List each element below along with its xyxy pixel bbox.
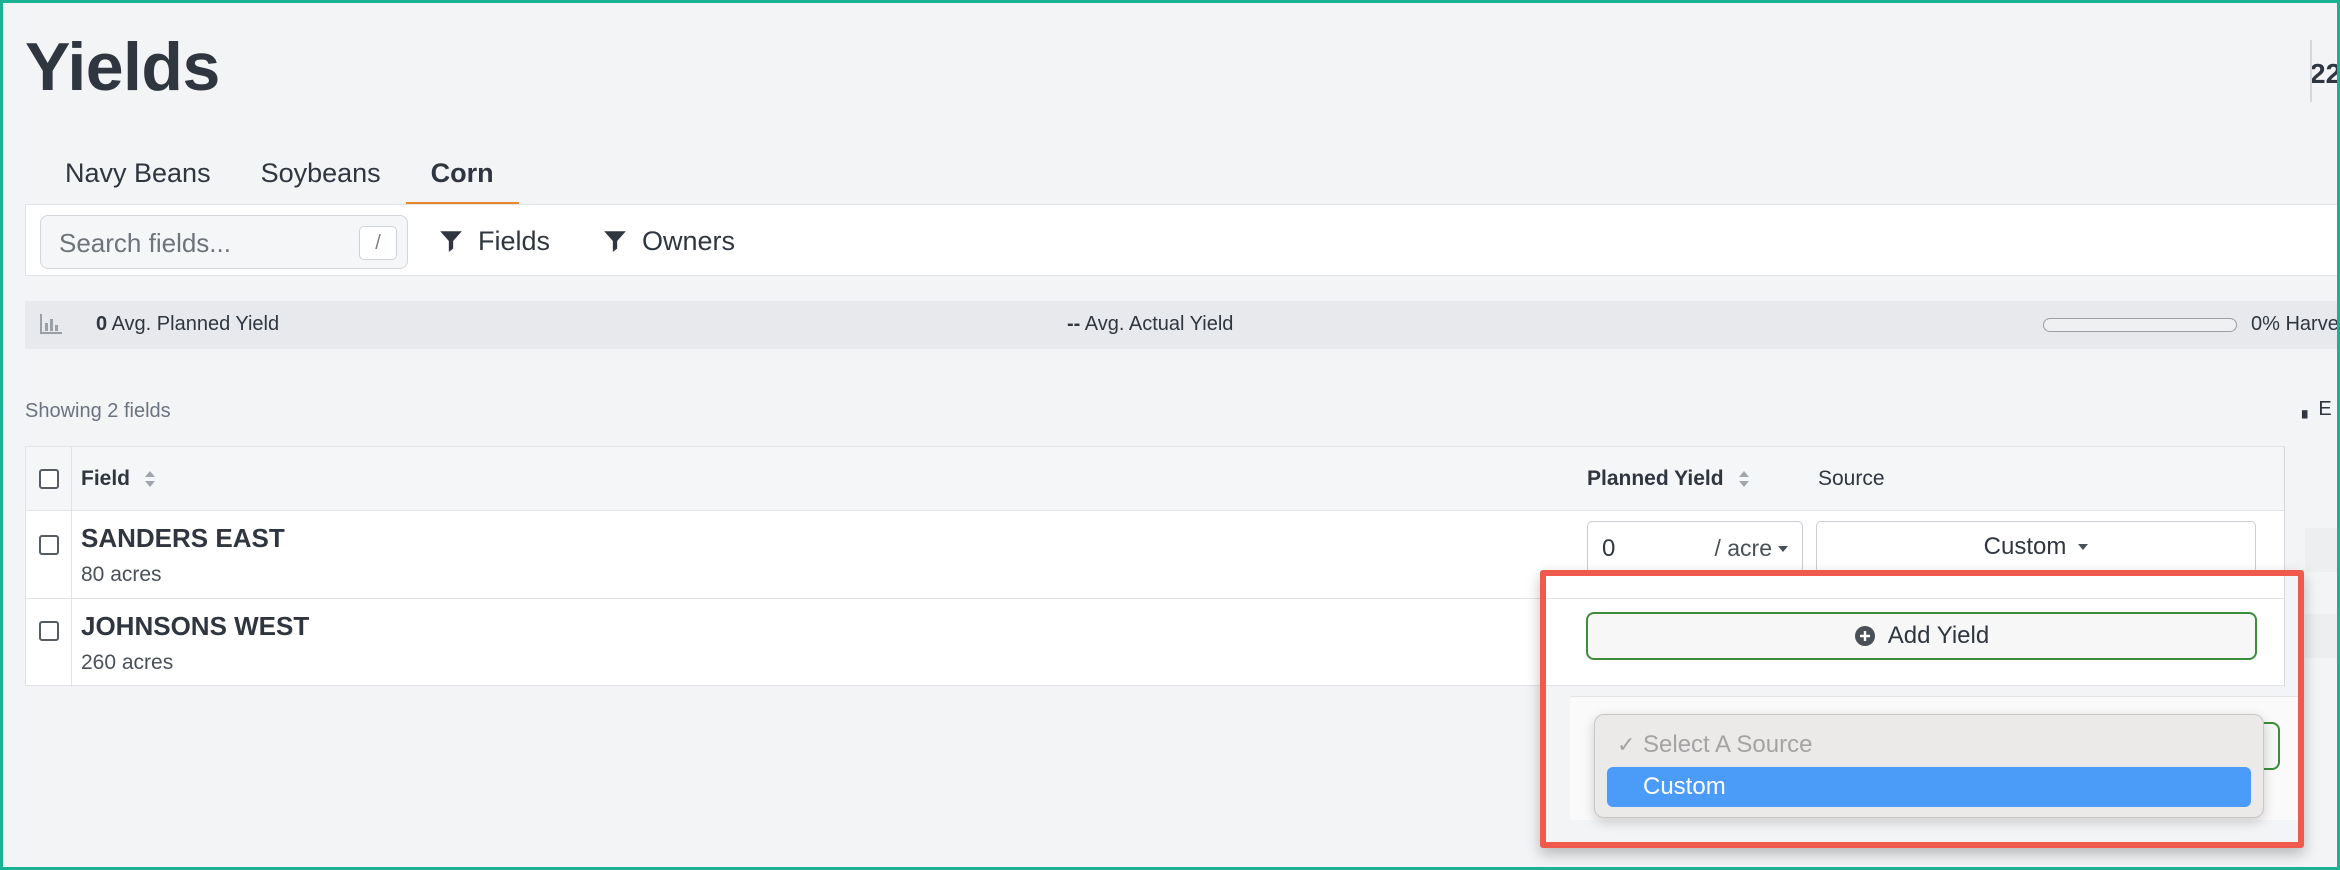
chevron-down-icon (1778, 545, 1788, 552)
unit-select[interactable]: / acre (1714, 535, 1788, 562)
filter-bar: / Fields Owners (25, 204, 2340, 276)
avg-actual-label: Avg. Actual Yield (1084, 313, 1234, 335)
sort-icon (1738, 471, 1749, 487)
add-yield-label: Add Yield (1887, 622, 1990, 649)
avg-planned-yield: 0 Avg. Planned Yield (96, 313, 279, 336)
fields-filter-button[interactable]: Fields (438, 221, 550, 261)
column-header-field[interactable]: Field (81, 467, 156, 491)
column-divider (2284, 447, 2285, 687)
row-checkbox[interactable] (39, 621, 59, 641)
avg-actual-value: -- (1067, 313, 1081, 335)
stats-bar: 0 Avg. Planned Yield -- Avg. Actual Yiel… (25, 301, 2340, 349)
option-label: Custom (1643, 773, 1726, 800)
export-label: E (2318, 398, 2332, 420)
tab-soybeans[interactable]: Soybeans (236, 150, 406, 206)
avg-actual-yield: -- Avg. Actual Yield (1067, 313, 1233, 336)
option-label: Select A Source (1643, 731, 1813, 758)
checkmark-icon: ✓ (1617, 732, 1636, 757)
unit-label: / acre (1714, 535, 1772, 561)
field-name[interactable]: JOHNSONS WEST (81, 611, 309, 642)
search-input[interactable] (59, 228, 349, 258)
table-header: Field Planned Yield Source (26, 447, 2284, 511)
filter-icon (604, 231, 626, 252)
planned-yield-input[interactable]: 0 / acre (1587, 521, 1803, 573)
avg-planned-value: 0 (96, 313, 108, 335)
field-acres: 80 acres (81, 563, 162, 586)
field-acres: 260 acres (81, 651, 174, 674)
planned-yield-value: 0 (1602, 535, 1616, 562)
harvest-percent-label: 0% Harve (2251, 313, 2339, 335)
add-yield-button[interactable]: Add Yield (1586, 612, 2257, 660)
filter-icon (440, 231, 462, 252)
export-link-clipped[interactable]: ▖ E (2302, 398, 2332, 421)
tab-corn[interactable]: Corn (405, 150, 519, 206)
source-select-button[interactable]: Custom (1816, 521, 2256, 573)
source-dropdown: ✓ Select A Source Custom (1594, 714, 2264, 818)
harvest-progress-bar (2043, 318, 2237, 332)
select-all-checkbox[interactable] (39, 469, 59, 489)
column-header-source: Source (1818, 467, 1885, 490)
page-title: Yields (25, 29, 220, 105)
export-icon: ▖ (2302, 402, 2313, 418)
fields-filter-label: Fields (478, 225, 551, 256)
column-header-planned-yield[interactable]: Planned Yield (1587, 467, 1750, 491)
crop-tabs: Navy Beans Soybeans Corn (40, 150, 519, 206)
dropdown-option-select-source: ✓ Select A Source (1607, 725, 2251, 765)
planned-yield-header-label: Planned Yield (1587, 467, 1724, 490)
owners-filter-label: Owners (642, 225, 736, 256)
dropdown-option-custom[interactable]: Custom (1607, 767, 2251, 807)
chevron-down-icon (2078, 544, 2089, 550)
row-side-stub (2305, 614, 2340, 658)
header-divider (2310, 40, 2312, 102)
column-divider (71, 447, 72, 687)
search-box: / (40, 215, 408, 269)
showing-count: Showing 2 fields (25, 400, 171, 422)
field-name[interactable]: SANDERS EAST (81, 523, 285, 554)
row-checkbox[interactable] (39, 535, 59, 555)
search-shortcut-key: / (359, 226, 397, 260)
plus-circle-icon (1854, 626, 1875, 646)
avg-planned-label: Avg. Planned Yield (111, 313, 280, 335)
owners-filter-button[interactable]: Owners (602, 221, 735, 261)
sort-icon (145, 471, 156, 487)
bar-chart-icon (40, 314, 62, 334)
field-header-label: Field (81, 467, 131, 490)
row-side-stub (2305, 528, 2340, 572)
source-label: Custom (1983, 533, 2067, 560)
top-right-clipped-text: 22 (2310, 58, 2340, 89)
tab-navy-beans[interactable]: Navy Beans (40, 150, 236, 206)
table-row: SANDERS EAST 80 acres 0 / acre Custom (26, 511, 2284, 599)
